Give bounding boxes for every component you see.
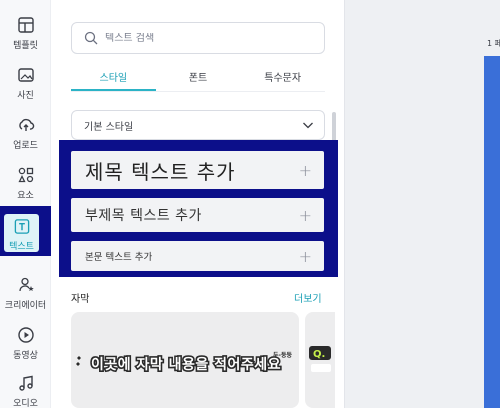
design-canvas-area xyxy=(344,0,500,408)
search-icon xyxy=(84,31,98,45)
sidebar-item-label: 오디오 xyxy=(13,399,38,408)
subtitle-template-card[interactable]: 이곳에 자막 내용을 적어주세요 두-둥둥 xyxy=(71,312,299,408)
plus-icon: + xyxy=(298,205,312,225)
upload-cloud-icon xyxy=(18,118,34,131)
sidebar-item-templates[interactable]: 템플릿 xyxy=(0,6,51,56)
card2-glyph: Q. xyxy=(313,349,325,360)
sidebar-item-elements[interactable]: 요소 xyxy=(0,156,51,206)
search-box[interactable] xyxy=(71,22,325,54)
subtitle-section-title: 자막 xyxy=(71,294,90,305)
sidebar-item-label: 텍스트 xyxy=(9,242,34,252)
sidebar-item-text[interactable]: 텍스트 xyxy=(0,206,51,256)
sidebar-item-photos[interactable]: 사진 xyxy=(0,56,51,106)
left-sidebar: 템플릿 사진 업로드 요소 텍스트 크리에이터 동영상 오디오 xyxy=(0,0,51,408)
add-subheading-button[interactable]: 부제목 텍스트 추가 + xyxy=(71,198,324,232)
subtitle-template-card-2[interactable]: Q. xyxy=(305,312,335,408)
text-icon xyxy=(14,219,29,234)
sidebar-item-label: 크리에이터 xyxy=(4,301,47,311)
card-subtitle-tag: 두-둥둥 xyxy=(273,351,293,359)
add-subheading-label: 부제목 텍스트 추가 xyxy=(85,208,202,224)
sidebar-item-audio[interactable]: 오디오 xyxy=(0,364,51,408)
chevron-down-icon xyxy=(303,122,313,129)
subtitle-template-preview-2: Q. xyxy=(309,346,331,372)
sidebar-item-label: 템플릿 xyxy=(13,41,38,51)
template-icon xyxy=(17,17,34,33)
see-more-link[interactable]: 더보기 xyxy=(294,290,322,305)
card-subtitle-text: 이곳에 자막 내용을 적어주세요 xyxy=(91,356,281,373)
sidebar-item-label: 동영상 xyxy=(13,351,38,361)
creator-icon xyxy=(18,277,34,292)
style-dropdown[interactable]: 기본 스타일 xyxy=(71,110,325,140)
add-body-text-label: 본문 텍스트 추가 xyxy=(85,252,153,263)
tab-special-characters[interactable]: 특수문자 xyxy=(240,64,325,91)
plus-icon: + xyxy=(298,246,312,266)
sidebar-item-label: 업로드 xyxy=(13,141,38,151)
design-page[interactable] xyxy=(484,56,500,408)
photo-icon xyxy=(17,68,34,82)
sidebar-item-upload[interactable]: 업로드 xyxy=(0,106,51,156)
add-heading-button[interactable]: 제목 텍스트 추가 + xyxy=(71,151,324,189)
style-dropdown-value: 기본 스타일 xyxy=(84,121,134,133)
panel-tabs: 스타일 폰트 특수문자 xyxy=(71,64,325,92)
sidebar-item-video[interactable]: 동영상 xyxy=(0,316,51,366)
sidebar-item-text-active: 텍스트 xyxy=(4,214,39,252)
music-note-icon xyxy=(18,375,33,391)
plus-icon: + xyxy=(298,160,312,180)
tab-font[interactable]: 폰트 xyxy=(156,64,241,91)
play-icon xyxy=(17,327,34,343)
sidebar-item-creator[interactable]: 크리에이터 xyxy=(0,266,51,316)
page-label: 1 페 xyxy=(487,39,500,48)
subtitle-template-preview: 이곳에 자막 내용을 적어주세요 두-둥둥 xyxy=(76,351,293,375)
sidebar-item-label: 사진 xyxy=(17,91,34,101)
add-heading-label: 제목 텍스트 추가 xyxy=(85,159,236,184)
search-input[interactable] xyxy=(105,32,305,44)
tab-style[interactable]: 스타일 xyxy=(71,64,156,91)
elements-icon xyxy=(17,167,33,183)
sidebar-item-label: 요소 xyxy=(17,191,34,201)
add-body-text-button[interactable]: 본문 텍스트 추가 + xyxy=(71,241,324,271)
